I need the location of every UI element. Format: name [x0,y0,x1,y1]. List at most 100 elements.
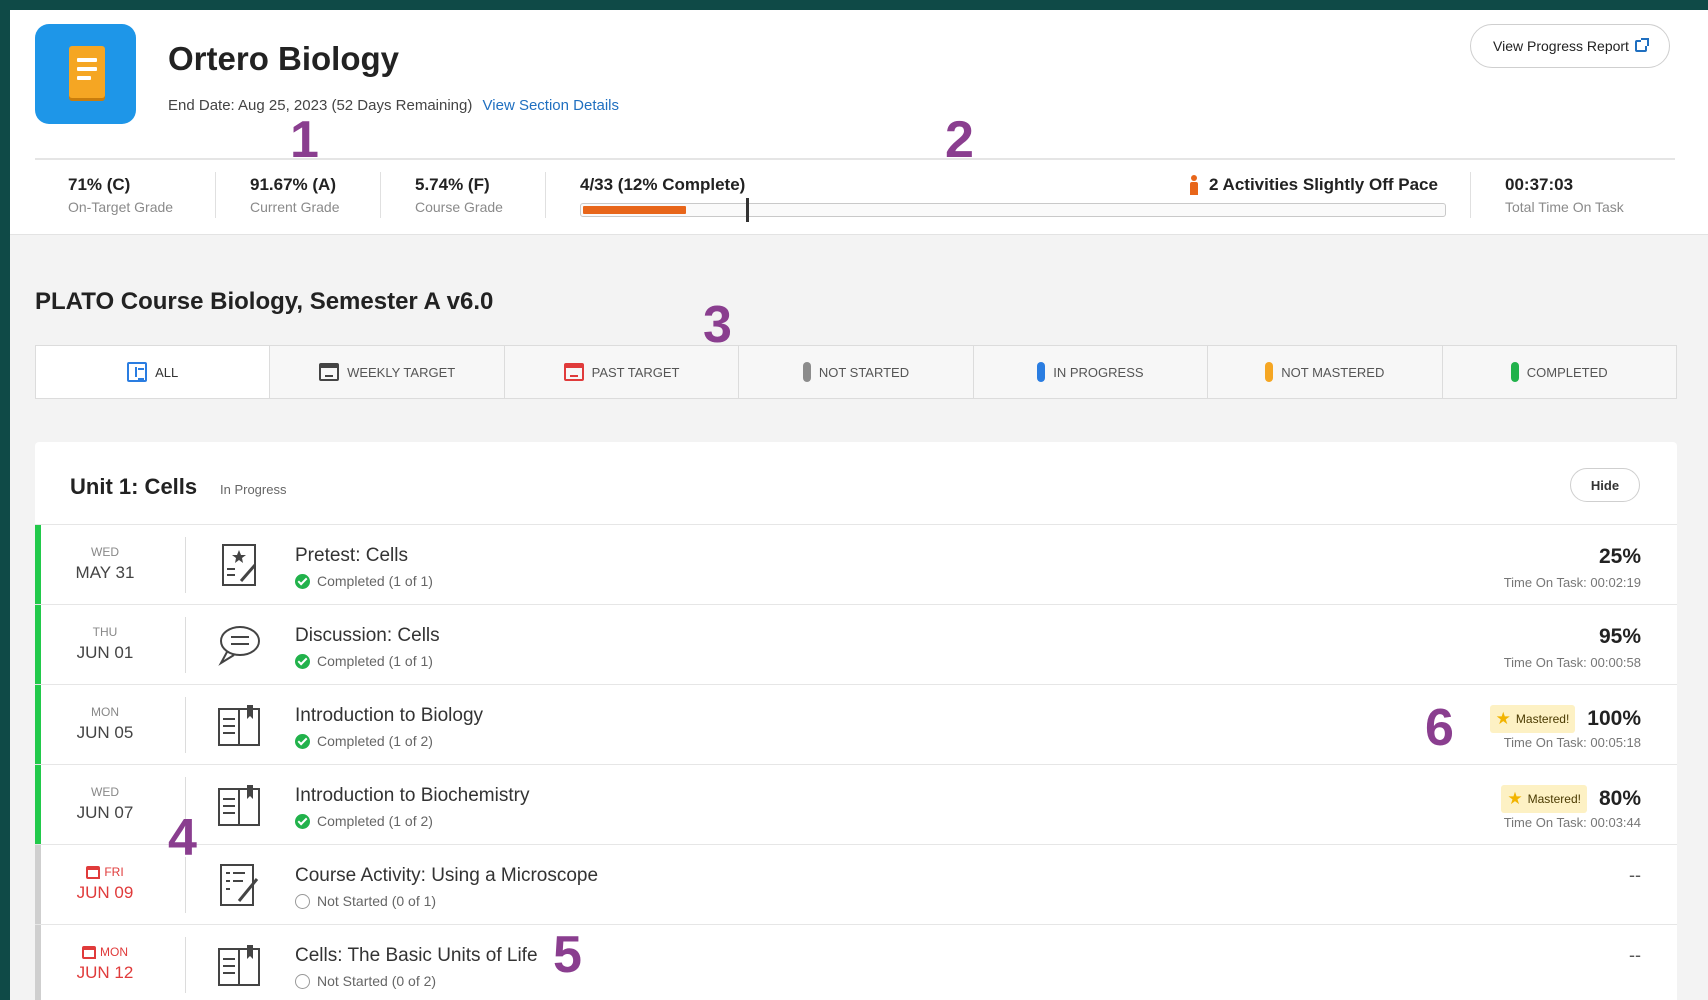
activity-date: MON JUN 12 [45,925,165,1000]
activity-status: Completed (1 of 1) [295,653,433,669]
unit-status: In Progress [220,482,287,497]
activity-row[interactable]: WED JUN 07 Introduction to Biochemistry … [35,764,1677,844]
pace-status[interactable]: 2 Activities Slightly Off Pace [1188,175,1438,195]
activity-icon [220,864,259,906]
tab-in-progress[interactable]: In Progress [974,346,1209,398]
current-grade: 91.67% (A) Current Grade [250,175,339,215]
activity-name[interactable]: Introduction to Biochemistry [295,785,529,807]
activity-date: WED MAY 31 [45,525,165,605]
calendar-alert-icon [86,865,101,879]
stat-label: On-Target Grade [68,199,174,215]
tab-completed[interactable]: Completed [1443,346,1676,398]
view-progress-report-label: View Progress Report [1493,38,1629,54]
tab-label: Completed [1526,364,1608,380]
activity-row[interactable]: WED MAY 31 Pretest: Cells Completed (1 o… [35,524,1677,604]
tab-all[interactable]: All [36,346,271,398]
activity-date: THU JUN 01 [45,605,165,685]
section-title: PLATO Course Biology, Semester A v6.0 [35,288,494,315]
stat-label: Course Grade [415,199,503,215]
day-of-week: MON [45,945,165,959]
callout-3: 3 [703,296,732,354]
activity-name[interactable]: Pretest: Cells [295,545,408,567]
empty-circle-icon [295,973,310,989]
callout-4: 4 [168,809,197,867]
activity-status: Completed (1 of 1) [295,573,433,589]
check-circle-icon [295,733,310,749]
tab-weekly-target[interactable]: Weekly Target [270,346,505,398]
badge-label: Mastered! [1515,712,1570,726]
check-circle-icon [295,813,310,829]
progress-label: 4/33 (12% Complete) [580,175,746,194]
row-accent [35,765,41,844]
day-of-week: WED [91,785,119,799]
row-accent [35,605,41,684]
on-target-grade: 71% (C) On-Target Grade [68,175,173,215]
activity-score: 25% [1599,545,1641,569]
score-value: 100% [1587,707,1641,730]
check-circle-icon [295,573,310,589]
star-icon: ★ [1507,789,1523,808]
end-date-text: End Date: Aug 25, 2023 (52 Days Remainin… [168,97,473,114]
callout-2: 2 [945,111,974,169]
view-progress-report-button[interactable]: View Progress Report [1470,24,1670,68]
lesson-book-icon [218,785,260,826]
day-of-week-text: MON [100,945,128,959]
status-text: Completed (1 of 2) [317,813,433,829]
activity-name[interactable]: Discussion: Cells [295,625,440,647]
tab-label: Past Target [591,364,680,380]
activity-name[interactable]: Cells: The Basic Units of Life [295,945,538,967]
activity-name[interactable]: Course Activity: Using a Microscope [295,865,598,887]
activity-row[interactable]: THU JUN 01 Discussion: Cells Completed (… [35,604,1677,684]
course-grade: 5.74% (F) Course Grade [415,175,503,215]
activity-row[interactable]: FRI JUN 09 Course Activity: Using a Micr… [35,844,1677,924]
person-icon [1188,175,1200,195]
stat-value: 91.67% (A) [250,175,336,194]
pace-text: 2 Activities Slightly Off Pace [1209,175,1438,194]
activity-status: Completed (1 of 2) [295,813,433,829]
row-accent [35,845,41,924]
tab-not-mastered[interactable]: Not Mastered [1208,346,1443,398]
course-logo [35,24,136,124]
mastered-badge: ★ Mastered! [1489,705,1576,733]
calendar-alert-icon [82,945,96,959]
stat-label: Total Time On Task [1505,199,1624,215]
row-accent [35,525,41,604]
hide-button[interactable]: Hide [1570,468,1640,502]
callout-1: 1 [290,111,319,169]
activity-status: Completed (1 of 2) [295,733,433,749]
score-value: 25% [1598,545,1641,568]
tab-label: All [155,364,179,380]
callout-5: 5 [553,926,582,984]
course-header: Ortero Biology End Date: Aug 25, 2023 (5… [10,10,1708,235]
activity-score: ★ Mastered! 80% [1501,785,1641,813]
header-divider [35,158,1675,160]
tab-label: Not Mastered [1281,364,1385,380]
tab-not-started[interactable]: Not Started [739,346,974,398]
discussion-icon [218,626,260,666]
activity-name[interactable]: Introduction to Biology [295,705,483,727]
stat-value: 71% (C) [68,175,131,194]
score-value: -- [1629,945,1641,965]
stat-value: 5.74% (F) [415,175,490,194]
view-section-details-link[interactable]: View Section Details [483,97,619,114]
star-icon: ★ [1495,709,1511,728]
lesson-book-icon [218,945,260,986]
time-on-task: Time On Task: 00:02:19 [1503,575,1641,590]
month-day: JUN 01 [76,643,134,662]
external-link-icon [1634,38,1649,52]
day-of-week: WED [91,545,119,559]
tab-label: Weekly Target [347,364,456,380]
filter-tabs: All Weekly Target Past Target Not Starte… [35,345,1677,399]
progress-bar-fill [583,206,686,214]
row-accent [35,685,41,764]
month-day: JUN 12 [76,963,134,982]
day-of-week: FRI [45,865,165,879]
activity-row[interactable]: MON JUN 12 Cells: The Basic Units of Lif… [35,924,1677,1000]
stat-value: 00:37:03 [1505,175,1574,194]
activity-status: Not Started (0 of 2) [295,973,436,989]
status-text: Completed (1 of 1) [317,573,433,589]
time-on-task: Time On Task: 00:00:58 [1503,655,1641,670]
stat-divider [545,172,546,218]
date-divider [185,537,186,593]
activity-score: ★ Mastered! 100% [1489,705,1641,733]
